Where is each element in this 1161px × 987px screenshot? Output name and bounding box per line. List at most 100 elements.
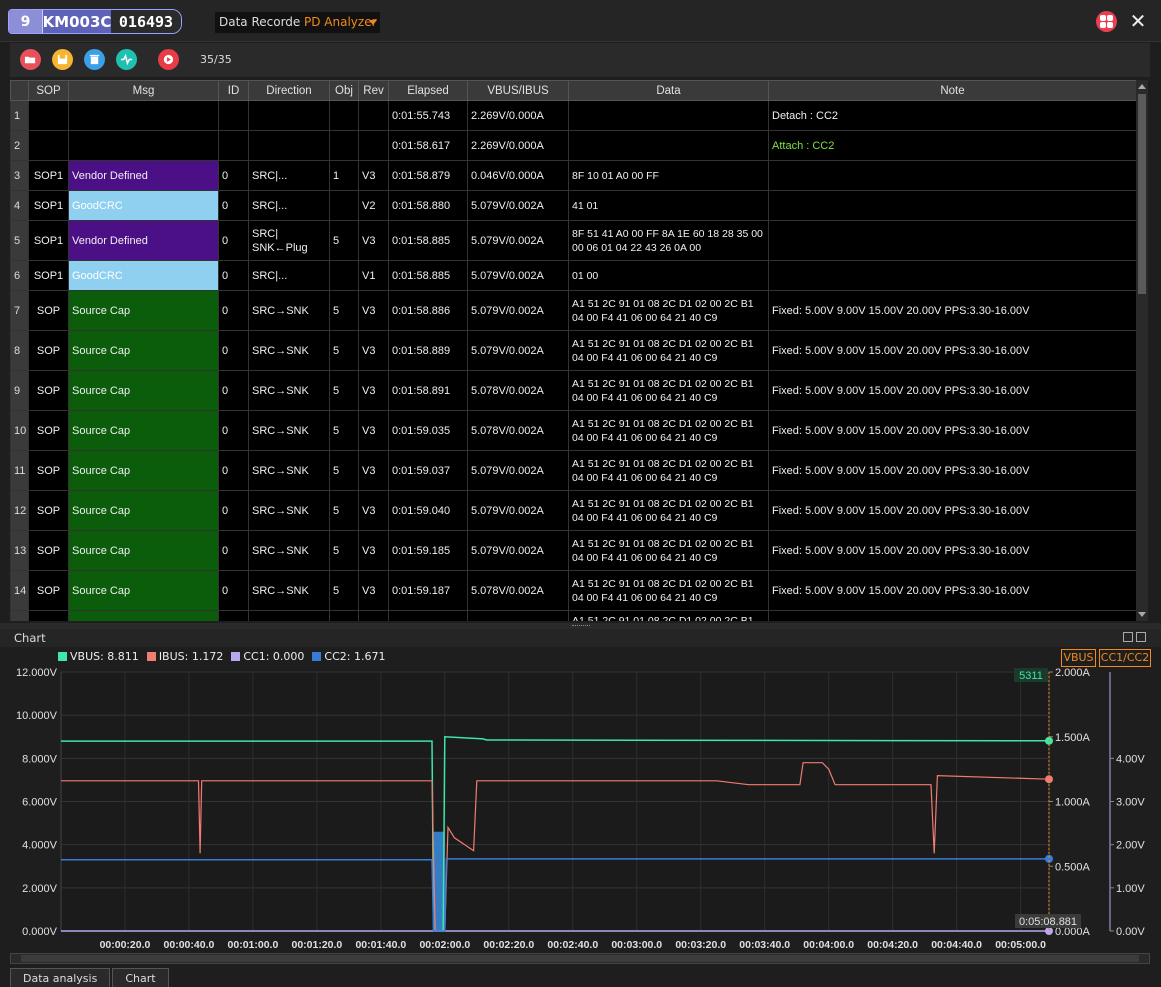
legend-item[interactable]: VBUS: 8.811 <box>58 650 139 663</box>
table-row[interactable]: 4 SOP1 GoodCRC 0 SRC|... V2 0:01:58.880 5.079V/… <box>10 190 1136 221</box>
x-tick-label: 00:04:20.0 <box>867 939 918 951</box>
cell-data: A1 51 2C 91 01 08 2C D1 02 00 2C B1 04 0… <box>568 530 769 571</box>
col-header-obj[interactable]: Obj <box>329 80 359 101</box>
cell-msg: Source Cap <box>68 530 219 571</box>
table-row[interactable]: 2 0:01:58.617 2.269V/0.000A Attach : CC2 <box>10 130 1136 161</box>
save-icon[interactable] <box>52 49 73 70</box>
table-row[interactable]: 9 SOP Source Cap 0 SRC→SNK 5 V3 0:01:58.891 5.07… <box>10 370 1136 411</box>
y-left-tick-label: 2.000V <box>22 883 58 895</box>
cell-msg: Source Cap <box>68 410 219 451</box>
cell-msg: Vendor Defined <box>68 160 219 191</box>
cell-sop: SOP <box>28 530 69 571</box>
power-chart[interactable]: 12.000V 10.000V 8.000V 6.000V 4.000V 2.000V 0.… <box>0 664 1161 953</box>
row-number: 7 <box>10 290 29 331</box>
cell-direction: SRC→SNK <box>248 450 330 491</box>
cell-msg: Source Cap <box>68 490 219 531</box>
y-right2-tick-label: 2.00V <box>1116 840 1145 852</box>
close-panel-icon[interactable] <box>1136 632 1146 642</box>
x-tick-label: 00:02:40.0 <box>547 939 598 951</box>
table-row[interactable]: 13 SOP Source Cap 0 SRC→SNK 5 V3 0:01:59.185 5.0… <box>10 530 1136 571</box>
cell-note: Fixed: 5.00V 9.00V 15.00V 20.00V PPS:3.3… <box>768 410 1136 451</box>
row-number: 5 <box>10 220 29 261</box>
table-scrollbar[interactable] <box>1136 80 1148 621</box>
cell-rev <box>358 130 389 161</box>
cell-sop: SOP <box>28 490 69 531</box>
cell-rev: V3 <box>358 530 389 571</box>
analyze-icon[interactable] <box>116 49 137 70</box>
legend-label: CC1: 0.000 <box>243 649 305 663</box>
cell-msg <box>68 100 219 131</box>
tab-data-analysis[interactable]: Data analysis <box>10 968 111 987</box>
device-index: 9 <box>9 10 43 33</box>
data-recorder-label[interactable]: Data Recorder <box>215 12 310 33</box>
cell-sop: SOP <box>28 570 69 611</box>
apps-icon[interactable] <box>1096 11 1117 32</box>
maximize-icon[interactable] <box>1123 632 1133 642</box>
table-row[interactable]: 8 SOP Source Cap 0 SRC→SNK 5 V3 0:01:58.889 5.07… <box>10 330 1136 371</box>
row-number: 3 <box>10 160 29 191</box>
delete-icon[interactable] <box>84 49 105 70</box>
cell-data: A1 51 2C 91 01 08 2C D1 02 00 2C B1 <box>568 610 769 621</box>
row-number: 1 <box>10 100 29 131</box>
scrollbar-thumb[interactable] <box>1138 94 1146 294</box>
cell-elapsed: 0:01:58.879 <box>388 160 468 191</box>
record-icon[interactable] <box>158 49 179 70</box>
x-tick-label: 00:03:40.0 <box>739 939 790 951</box>
bottom-tabs: Data analysis Chart <box>10 968 171 987</box>
cell-rev: V1 <box>358 260 389 291</box>
legend-item[interactable]: CC2: 1.671 <box>312 650 385 663</box>
cell-id: 0 <box>218 370 249 411</box>
open-folder-icon[interactable] <box>20 49 41 70</box>
cell-direction <box>248 610 330 621</box>
cell-rev <box>358 610 389 621</box>
mode-dropdown[interactable]: PD Analyzer <box>300 12 380 33</box>
cell-direction: SRC|... <box>248 260 330 291</box>
tab-chart[interactable]: Chart <box>112 968 169 987</box>
x-tick-label: 00:05:00.0 <box>995 939 1046 951</box>
scroll-down-icon[interactable] <box>1138 612 1146 617</box>
table-row[interactable]: 3 SOP1 Vendor Defined 0 SRC|... 1 V3 0:01:58.87… <box>10 160 1136 191</box>
scrollbar-thumb[interactable] <box>21 955 1139 962</box>
cell-sop <box>28 130 69 161</box>
table-row[interactable]: 5 SOP1 Vendor Defined 0 SRC| SNK←Plug 5 V3 0:01… <box>10 220 1136 261</box>
row-number: 2 <box>10 130 29 161</box>
table-row[interactable]: 14 SOP Source Cap 0 SRC→SNK 5 V3 0:01:59.187 5.0… <box>10 570 1136 611</box>
cell-note <box>768 610 1136 621</box>
table-row[interactable]: A1 51 2C 91 01 08 2C D1 02 00 2C B1 <box>10 610 1136 621</box>
col-header-msg[interactable]: Msg <box>68 80 219 101</box>
y-left-tick-label: 10.000V <box>16 710 58 722</box>
cell-msg: Source Cap <box>68 570 219 611</box>
y-right-tick-label: 0.500A <box>1055 861 1091 873</box>
table-row[interactable]: 7 SOP Source Cap 0 SRC→SNK 5 V3 0:01:58.886 5.07… <box>10 290 1136 331</box>
cell-msg: Source Cap <box>68 330 219 371</box>
col-header-id[interactable]: ID <box>218 80 249 101</box>
table-row[interactable]: 12 SOP Source Cap 0 SRC→SNK 5 V3 0:01:59.040 5.0… <box>10 490 1136 531</box>
x-tick-label: 00:04:00.0 <box>803 939 854 951</box>
col-header-sop[interactable]: SOP <box>28 80 69 101</box>
cell-direction: SRC→SNK <box>248 290 330 331</box>
table-row[interactable]: 1 0:01:55.743 2.269V/0.000A Detach : CC2 <box>10 100 1136 131</box>
row-number: 4 <box>10 190 29 221</box>
col-header-data[interactable]: Data <box>568 80 769 101</box>
y-left-tick-label: 8.000V <box>22 753 58 765</box>
scroll-up-icon[interactable] <box>1138 84 1146 89</box>
device-badge[interactable]: 9 KM003C 016493 <box>8 9 182 34</box>
cell-note <box>768 220 1136 261</box>
chart-scrollbar[interactable] <box>10 953 1150 964</box>
close-icon[interactable]: ✕ <box>1128 9 1148 33</box>
col-header-rev[interactable]: Rev <box>358 80 389 101</box>
cell-data: 8F 10 01 A0 00 FF <box>568 160 769 191</box>
table-row[interactable]: 11 SOP Source Cap 0 SRC→SNK 5 V3 0:01:59.037 5.0… <box>10 450 1136 491</box>
legend-item[interactable]: CC1: 0.000 <box>231 650 304 663</box>
table-row[interactable]: 10 SOP Source Cap 0 SRC→SNK 5 V3 0:01:59.035 5.0… <box>10 410 1136 451</box>
message-counter: 35/35 <box>200 53 232 66</box>
col-header-note[interactable]: Note <box>768 80 1136 101</box>
col-header-vbus-ibus[interactable]: VBUS/IBUS <box>467 80 569 101</box>
table-row[interactable]: 6 SOP1 GoodCRC 0 SRC|... V1 0:01:58.885 5.079V/… <box>10 260 1136 291</box>
col-header-elapsed[interactable]: Elapsed <box>388 80 468 101</box>
cell-direction: SRC| SNK←Plug <box>248 220 330 261</box>
chart-title: Chart <box>14 631 46 645</box>
legend-swatch <box>146 652 156 661</box>
col-header-direction[interactable]: Direction <box>248 80 330 101</box>
legend-item[interactable]: IBUS: 1.172 <box>146 650 223 663</box>
